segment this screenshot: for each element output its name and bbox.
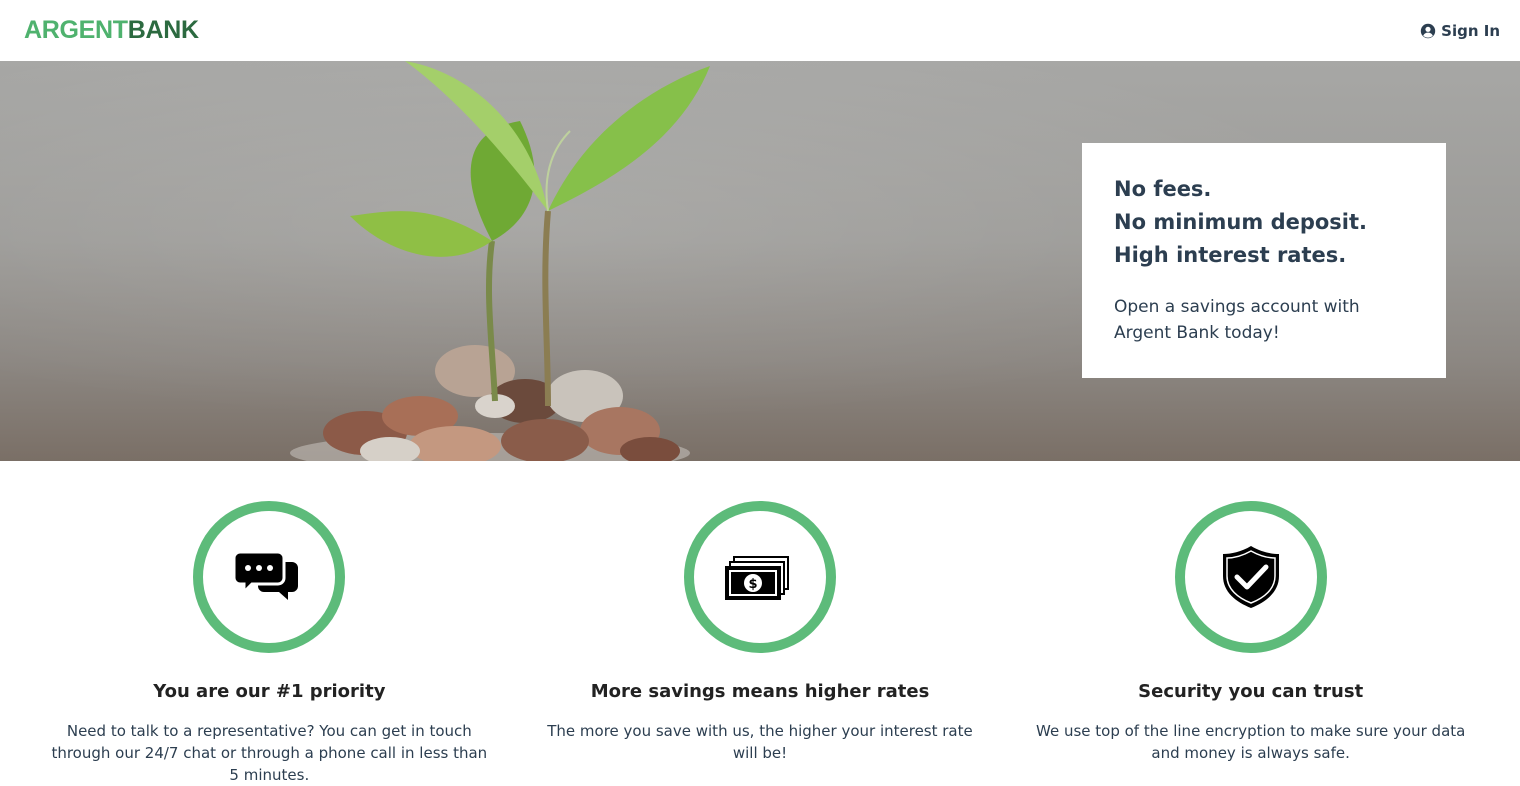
feature-title: You are our #1 priority (153, 681, 386, 702)
security-shield-icon (1222, 546, 1279, 608)
user-circle-icon (1420, 23, 1436, 38)
promo-line-no-minimum-deposit: No minimum deposit. (1114, 210, 1368, 234)
chat-icon (234, 550, 299, 600)
promo-line-high-interest: High interest rates. (1114, 243, 1347, 267)
promo-line-no-fees: No fees. (1114, 177, 1212, 201)
feature-icon-ring (1174, 501, 1327, 653)
money-icon: $ (725, 556, 789, 600)
feature-description: Need to talk to a representative? You ca… (51, 722, 488, 784)
main-nav: ARGENT BANK Sign In (0, 0, 1520, 61)
logo-text-argent: ARGENT (24, 16, 128, 44)
sign-in-link[interactable]: Sign In (1420, 22, 1500, 40)
feature-item-security: Security you can trust We use top of the… (1005, 461, 1496, 786)
feature-item-savings: $ More savings means higher rates The mo… (515, 461, 1006, 786)
promo-card: No fees. No minimum deposit. High intere… (1082, 143, 1446, 378)
hero-banner: No fees. No minimum deposit. High intere… (0, 61, 1520, 461)
feature-item-priority: You are our #1 priority Need to talk to … (24, 461, 515, 786)
svg-text:$: $ (748, 577, 757, 592)
argent-bank-logo[interactable]: ARGENT BANK (24, 16, 199, 45)
feature-title: More savings means higher rates (590, 681, 930, 702)
feature-icon-ring (193, 501, 346, 653)
promo-text: Open a savings account with Argent Bank … (1114, 297, 1360, 343)
logo-text-bank: BANK (127, 16, 199, 44)
sign-in-label: Sign In (1441, 21, 1500, 40)
feature-icon-ring: $ (684, 501, 836, 653)
feature-description: The more you save with us, the higher yo… (547, 722, 973, 762)
hero-plant-coins-image (290, 61, 710, 461)
features-section: You are our #1 priority Need to talk to … (0, 461, 1520, 786)
feature-description: We use top of the line encryption to mak… (1036, 722, 1466, 762)
feature-title: Security you can trust (1138, 681, 1364, 702)
